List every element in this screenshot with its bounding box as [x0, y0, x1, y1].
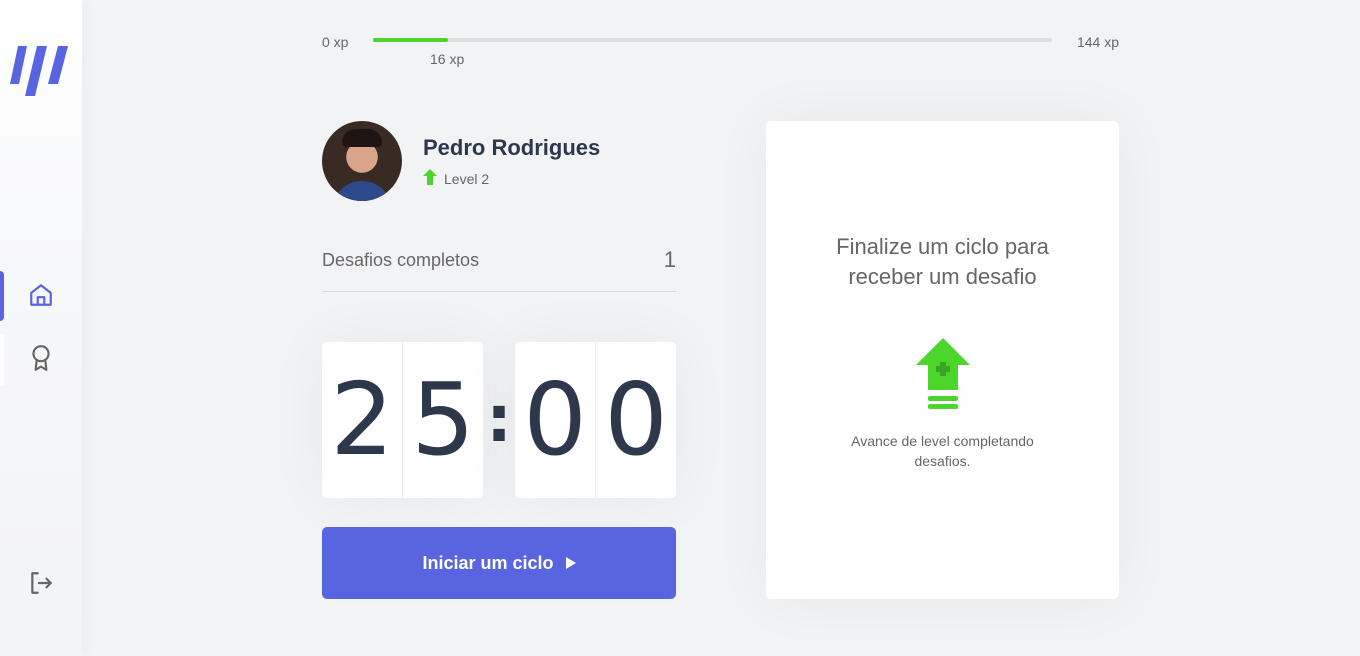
app-logo: [10, 44, 72, 98]
completed-challenges-label: Desafios completos: [322, 250, 480, 270]
start-cycle-button[interactable]: Iniciar um ciclo: [322, 527, 676, 599]
avatar: [322, 121, 402, 201]
xp-fill: [373, 38, 448, 42]
profile-level-label: Level 2: [444, 170, 490, 187]
profile-level: Level 2: [423, 169, 489, 188]
profile: Pedro Rodrigues Level 2: [322, 121, 682, 201]
completed-challenges-count: 1: [663, 247, 676, 272]
play-icon: [554, 553, 576, 574]
minute-digit-right: 5: [411, 361, 475, 478]
challenge-box: Finalize um ciclo para receber um desafi…: [766, 121, 1119, 599]
sidebar-item-home[interactable]: [0, 271, 82, 323]
xp-max-label: 144 xp: [1076, 34, 1119, 50]
second-digit-left: 0: [515, 342, 596, 498]
completed-challenges: Desafios completos 1: [322, 247, 676, 292]
second-digit-right: 0: [604, 361, 668, 478]
sidebar: [0, 0, 82, 656]
challenge-box-text: Avance de level completando desafios.: [851, 432, 1034, 469]
logout-icon: [28, 570, 54, 601]
experience-bar: 0 xp 16 xp 144 xp: [322, 30, 1119, 70]
xp-track: [373, 38, 1052, 42]
nav-divider: [0, 334, 4, 386]
active-indicator: [0, 271, 4, 321]
home-icon: [28, 282, 54, 313]
level-up-icon: [915, 337, 970, 417]
profile-name: Pedro Rodrigues: [423, 135, 601, 160]
xp-current-label: 16 xp: [430, 51, 465, 67]
countdown-seconds: 0 0: [515, 342, 676, 498]
minute-digit-left: 2: [322, 342, 403, 498]
countdown-minutes: 2 5: [322, 342, 483, 498]
start-cycle-label: Iniciar um ciclo: [422, 552, 554, 573]
countdown-separator: :: [486, 383, 512, 457]
sidebar-item-award[interactable]: [0, 334, 82, 386]
level-up-icon: [423, 169, 444, 188]
logout-button[interactable]: [0, 560, 82, 610]
countdown: 2 5 : 0 0: [322, 342, 676, 498]
challenge-box-title: Finalize um ciclo para receber um desafi…: [836, 233, 1049, 289]
award-icon: [28, 344, 54, 377]
xp-min-label: 0 xp: [322, 34, 349, 50]
